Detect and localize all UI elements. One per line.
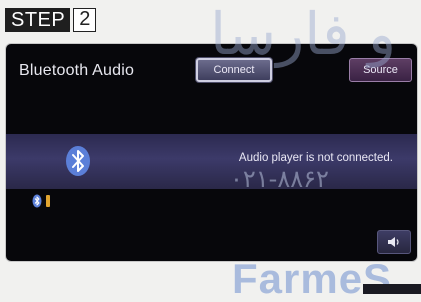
connect-button-label: Connect xyxy=(213,64,255,76)
screen-title: Bluetooth Audio xyxy=(19,62,135,79)
bluetooth-audio-screen: Bluetooth Audio Connect Source Audio pla… xyxy=(6,44,417,261)
volume-button[interactable] xyxy=(377,230,411,254)
bluetooth-icon xyxy=(66,146,90,176)
source-button[interactable]: Source xyxy=(349,58,412,82)
step-label: STEP xyxy=(5,8,71,32)
connect-button[interactable]: Connect xyxy=(196,58,272,82)
source-button-label: Source xyxy=(363,64,398,76)
step-badge: STEP 2 xyxy=(5,8,97,32)
corner-tag xyxy=(363,284,421,294)
step-number: 2 xyxy=(73,8,97,32)
battery-icon xyxy=(46,195,50,207)
bluetooth-icon xyxy=(32,194,42,208)
connection-indicator xyxy=(32,194,50,208)
connection-status-text: Audio player is not connected. xyxy=(238,152,393,164)
status-band: Audio player is not connected. xyxy=(6,134,417,189)
speaker-icon xyxy=(388,237,399,247)
